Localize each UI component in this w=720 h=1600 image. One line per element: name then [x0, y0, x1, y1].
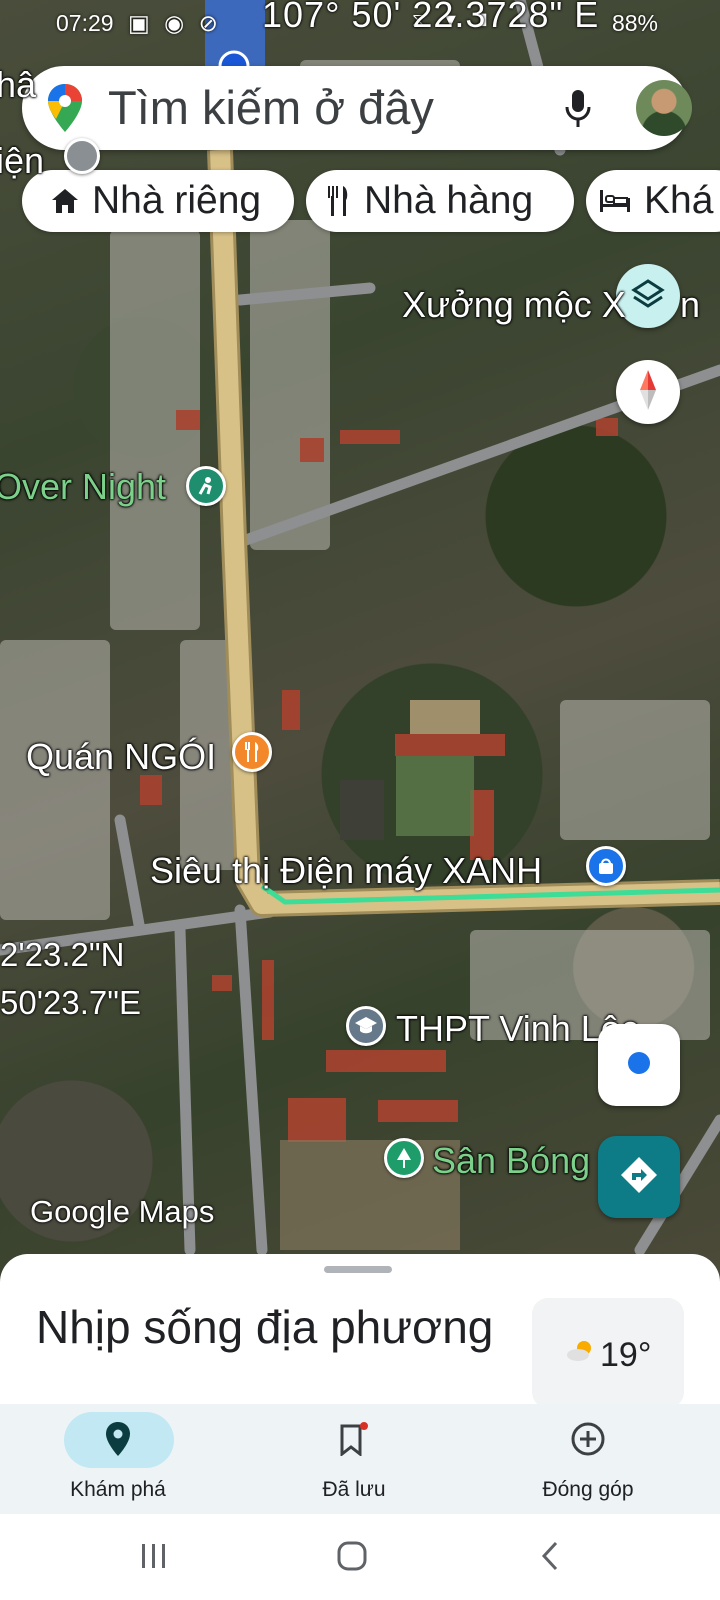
coordinate-label-lat: 2'23.2"N	[0, 936, 125, 973]
coordinate-label-lng: 50'23.7"E	[0, 984, 141, 1021]
battery-level: 88%	[611, 10, 658, 36]
my-location-button[interactable]	[598, 1024, 680, 1106]
tab-saved[interactable]: Đã lưu	[254, 1404, 454, 1514]
shopping-pin-icon[interactable]	[586, 846, 626, 886]
status-notification-icons: ▣ ◉ ⊘	[128, 10, 222, 36]
map-label-xuong-moc[interactable]: Xưởng mộc X	[402, 284, 626, 326]
tab-label: Đóng góp	[542, 1478, 634, 1501]
directions-icon	[619, 1155, 659, 1200]
home-icon	[52, 189, 78, 213]
map-label-over-night[interactable]: Over Night	[0, 466, 166, 508]
mic-icon[interactable]	[564, 90, 592, 133]
status-time: 07:29	[56, 10, 114, 36]
recent-apps-icon	[142, 1544, 165, 1568]
chip-home[interactable]: Nhà riêng	[22, 170, 294, 232]
tab-contribute[interactable]: Đóng góp	[488, 1404, 688, 1514]
tab-label: Đã lưu	[322, 1478, 386, 1501]
map-label-partial: iện	[0, 140, 45, 181]
map-pin-icon[interactable]	[64, 138, 100, 174]
weather-card[interactable]: 19°	[532, 1298, 684, 1408]
chip-restaurant[interactable]: Nhà hàng	[306, 170, 574, 232]
tab-explore[interactable]: Khám phá	[18, 1404, 218, 1514]
park-pin-icon[interactable]	[384, 1138, 424, 1178]
activity-pin-icon[interactable]	[186, 466, 226, 506]
chip-label: Khá	[644, 179, 714, 222]
back-icon	[541, 1541, 558, 1571]
drag-handle[interactable]	[324, 1266, 392, 1273]
map-label-san-bong[interactable]: Sân Bóng	[432, 1140, 590, 1182]
home-nav-icon	[337, 1541, 367, 1571]
partly-cloudy-icon	[566, 1340, 594, 1367]
map-label-sieu-thi[interactable]: Siêu thị Điện máy XANH	[150, 850, 542, 892]
school-pin-icon[interactable]	[346, 1006, 386, 1046]
layers-icon	[631, 277, 665, 316]
search-bar[interactable]: Tìm kiếm ở đây	[22, 66, 692, 150]
restaurant-icon	[326, 186, 350, 216]
chip-label: Nhà hàng	[364, 179, 534, 222]
restaurant-pin-icon[interactable]	[232, 732, 272, 772]
explore-pin-icon	[18, 1422, 218, 1456]
sheet-title: Nhịp sống địa phương	[36, 1301, 494, 1353]
temperature: 19°	[600, 1336, 652, 1374]
my-location-icon	[626, 1050, 652, 1081]
map-label-quan-ngoi[interactable]: Quán NGÓI	[26, 736, 216, 778]
map-label-xuong-moc-tail: n	[680, 284, 701, 325]
tab-label: Khám phá	[70, 1478, 166, 1501]
coordinate-label-top: 107° 50' 22.3728" E	[262, 0, 600, 35]
back-button[interactable]	[520, 1536, 580, 1576]
hotel-icon	[600, 190, 630, 212]
map-label-partial: hâ	[0, 64, 37, 105]
google-maps-logo: Google Maps	[30, 1194, 215, 1229]
system-navigation-bar	[0, 1514, 720, 1600]
google-maps-pin-icon	[48, 84, 82, 137]
bookmark-icon	[254, 1422, 454, 1456]
search-input[interactable]: Tìm kiếm ở đây	[108, 80, 434, 135]
avatar[interactable]	[636, 80, 692, 136]
home-button[interactable]	[322, 1536, 382, 1576]
directions-button[interactable]	[598, 1136, 680, 1218]
compass-button[interactable]	[616, 360, 680, 424]
add-circle-icon	[488, 1422, 688, 1456]
chip-label: Nhà riêng	[92, 179, 262, 222]
compass-icon	[633, 369, 663, 415]
recent-apps-button[interactable]	[124, 1536, 184, 1576]
bottom-navigation: Khám phá Đã lưu Đóng góp	[0, 1404, 720, 1514]
satellite-map[interactable]: 07:29 ▣ ◉ ⊘ ⧖ ▼ ▮ 88% 107° 50' 22.3728" …	[0, 0, 720, 1290]
chip-hotel[interactable]: Khá	[586, 170, 720, 232]
